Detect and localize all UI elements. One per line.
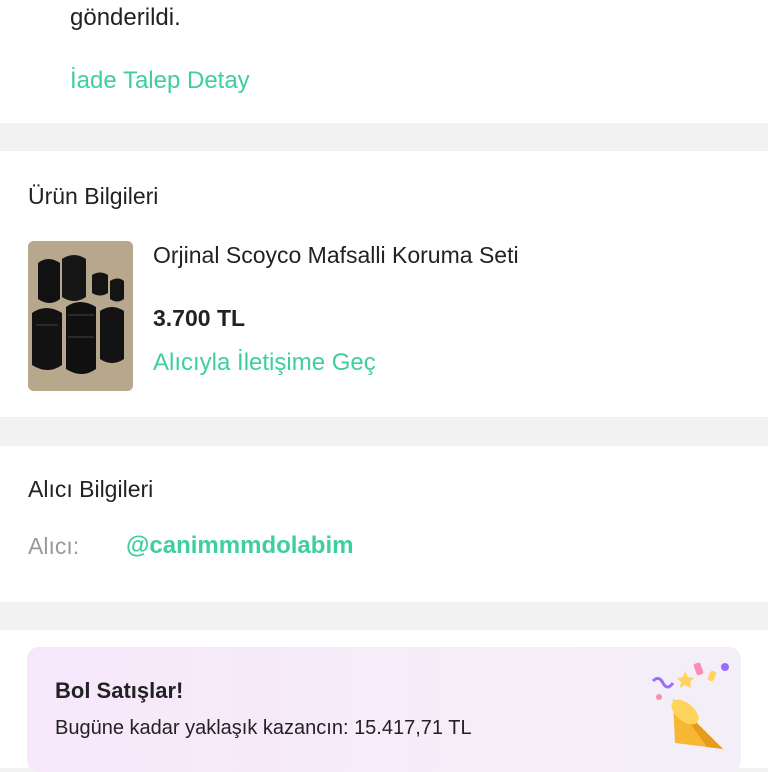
product-name[interactable]: Orjinal Scoyco Mafsalli Koruma Seti [153, 242, 519, 269]
buyer-username-link[interactable]: @canimmmdolabim [126, 532, 353, 560]
contact-buyer-link[interactable]: Alıcıyla İletişime Geç [153, 349, 376, 377]
product-section-title: Ürün Bilgileri [28, 183, 159, 209]
return-info-section: gönderildi. İade Talep Detay [0, 0, 768, 123]
buyer-info-section: Alıcı Bilgileri Alıcı: @canimmmdolabim [0, 446, 768, 602]
promo-banner: Bol Satışlar! Bugüne kadar yaklaşık kaza… [27, 647, 741, 772]
product-info-section: Ürün Bilgileri Orjinal Scoyco Mafsalli K… [0, 151, 768, 417]
product-price: 3.700 TL [153, 305, 246, 331]
earnings-text: Bugüne kadar yaklaşık kazancın: 15.417,7… [55, 717, 472, 739]
product-photo-icon[interactable] [28, 241, 133, 391]
return-request-detail-link[interactable]: İade Talep Detay [70, 67, 250, 95]
status-message: gönderildi. [70, 4, 181, 31]
buyer-label: Alıcı: [28, 533, 80, 559]
party-popper-icon [645, 657, 735, 757]
buyer-section-title: Alıcı Bilgileri [28, 476, 154, 502]
promo-section: Bol Satışlar! Bugüne kadar yaklaşık kaza… [0, 630, 768, 772]
promo-title: Bol Satışlar! [55, 678, 184, 703]
